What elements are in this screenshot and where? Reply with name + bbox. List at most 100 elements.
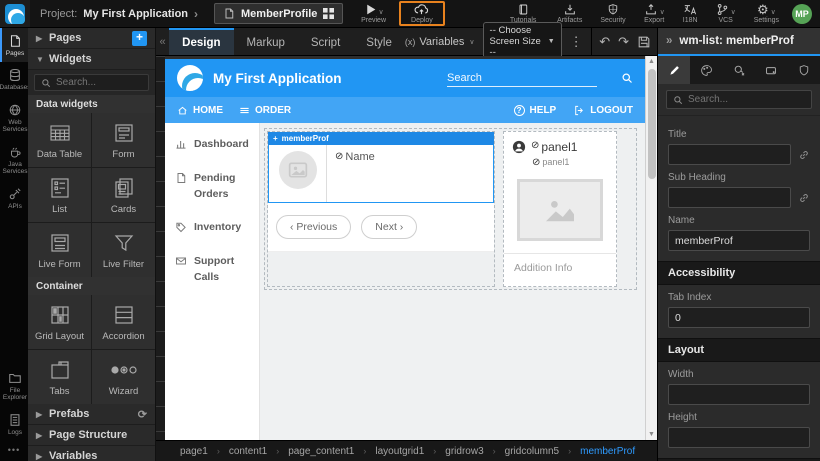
deploy-button[interactable]: Deploy <box>399 1 445 26</box>
accessibility-section-header[interactable]: Accessibility <box>658 261 820 285</box>
breadcrumb-gridrow3[interactable]: gridrow3 <box>445 446 483 457</box>
save-icon[interactable] <box>637 35 651 49</box>
layout-section-header[interactable]: Layout <box>658 338 820 362</box>
sidenav-item-inventory[interactable]: Inventory <box>175 220 249 236</box>
widget-tile-live-filter[interactable]: Live Filter <box>92 223 155 277</box>
tabindex-field-input[interactable] <box>668 307 810 328</box>
security-button[interactable]: Security <box>591 0 634 27</box>
image-placeholder[interactable] <box>517 179 603 241</box>
list-item-name-label[interactable]: Name <box>345 151 374 163</box>
page-tab-memberprofile[interactable]: MemberProfile <box>214 3 343 24</box>
add-page-button[interactable]: + <box>132 31 147 46</box>
variables-dropdown[interactable]: (x) Variables ∨ <box>405 36 475 48</box>
scroll-down-icon[interactable]: ▼ <box>648 429 655 440</box>
rail-item-apis[interactable]: APIs <box>0 181 28 215</box>
nav-item-order[interactable]: ORDER <box>239 105 291 116</box>
undo-icon[interactable]: ↶ <box>599 34 610 50</box>
rail-item-file-explorer[interactable]: File Explorer <box>0 365 28 407</box>
tab-properties[interactable] <box>658 56 690 84</box>
tab-script[interactable]: Script <box>298 28 353 55</box>
rail-item-databases[interactable]: Databases <box>0 62 28 96</box>
panel-footer-label[interactable]: Addition Info <box>512 254 608 282</box>
previous-button[interactable]: ‹ Previous <box>276 215 351 239</box>
more-options-icon[interactable]: ••• <box>0 441 28 461</box>
pages-section-header[interactable]: ▶ Pages + <box>28 28 155 49</box>
tab-events[interactable] <box>723 56 755 84</box>
scrollbar-thumb[interactable] <box>648 69 656 179</box>
widget-tile-accordion[interactable]: Accordion <box>92 295 155 349</box>
rail-item-web-services[interactable]: Web Services <box>0 97 28 139</box>
bind-link-icon[interactable] <box>798 192 810 204</box>
collapse-right-panel-button[interactable]: » <box>666 35 672 47</box>
list-widget-header[interactable]: + memberProf <box>268 132 494 145</box>
settings-button[interactable]: ⚙∨ Settings <box>745 0 788 27</box>
grid-icon[interactable] <box>323 8 334 19</box>
move-icon[interactable]: + <box>273 134 278 143</box>
rail-item-java-services[interactable]: Java Services <box>0 139 28 181</box>
height-field-input[interactable] <box>668 427 810 448</box>
widget-tile-list[interactable]: List <box>28 168 91 222</box>
breadcrumb-page-content1[interactable]: page_content1 <box>288 446 354 457</box>
rail-item-pages[interactable]: Pages <box>0 28 28 62</box>
i18n-button[interactable]: I18N <box>674 0 707 27</box>
widget-search-input[interactable] <box>56 77 142 88</box>
panel-widget-panel1[interactable]: ⊘panel1 ⊘panel1 Addition Info <box>503 131 617 287</box>
tab-style[interactable]: Style <box>353 28 405 55</box>
widgets-section-header[interactable]: ▼ Widgets <box>28 49 155 70</box>
tab-design[interactable]: Design <box>169 28 233 55</box>
refresh-icon[interactable]: ⟳ <box>138 408 147 421</box>
widget-tile-form[interactable]: Form <box>92 113 155 167</box>
canvas-scrollbar[interactable]: ▲ ▼ <box>645 56 657 440</box>
widget-tile-data-table[interactable]: Data Table <box>28 113 91 167</box>
breadcrumb-page1[interactable]: page1 <box>180 446 208 457</box>
sidenav-item-dashboard[interactable]: Dashboard <box>175 137 249 153</box>
redo-icon[interactable]: ↷ <box>618 34 629 50</box>
chevron-down-icon: ∨ <box>379 8 384 16</box>
breadcrumb-memberprof[interactable]: memberProf <box>580 446 635 457</box>
search-icon[interactable] <box>621 72 633 84</box>
property-search-input[interactable] <box>688 94 805 105</box>
nav-item-help[interactable]: ? HELP <box>514 105 557 116</box>
grid-column-container[interactable]: + memberProf ⊘ Name <box>264 128 637 290</box>
breadcrumb-gridcolumn5[interactable]: gridcolumn5 <box>505 446 559 457</box>
kebab-menu-icon[interactable]: ⋮ <box>570 34 583 50</box>
subheading-field-input[interactable] <box>668 187 791 208</box>
breadcrumb-layoutgrid1[interactable]: layoutgrid1 <box>375 446 424 457</box>
nav-item-home[interactable]: HOME <box>177 105 223 116</box>
page-structure-section-header[interactable]: ▶ Page Structure <box>28 425 155 446</box>
widget-tile-cards[interactable]: Cards <box>92 168 155 222</box>
tab-device[interactable] <box>755 56 787 84</box>
app-search-input[interactable] <box>447 70 597 87</box>
user-avatar[interactable]: MP <box>792 4 812 24</box>
widget-tile-tabs[interactable]: Tabs <box>28 350 91 404</box>
breadcrumb-content1[interactable]: content1 <box>229 446 267 457</box>
tab-markup[interactable]: Markup <box>234 28 298 55</box>
list-item-template[interactable]: ⊘ Name <box>268 145 494 203</box>
width-field-input[interactable] <box>668 384 810 405</box>
avatar-image-placeholder[interactable] <box>279 151 317 189</box>
panel-title[interactable]: panel1 <box>541 140 577 154</box>
widget-tile-grid-layout[interactable]: Grid Layout <box>28 295 91 349</box>
wavemaker-logo[interactable] <box>0 0 30 27</box>
name-field-input[interactable] <box>668 230 810 251</box>
preview-button[interactable]: ∨ Preview <box>352 0 395 27</box>
variables-section-header[interactable]: ▶ Variables <box>28 446 155 461</box>
tab-security[interactable] <box>788 56 820 84</box>
list-widget-memberprof[interactable]: + memberProf ⊘ Name <box>267 131 495 287</box>
nav-item-logout[interactable]: LOGOUT <box>574 105 633 116</box>
bind-link-icon[interactable] <box>798 149 810 161</box>
next-button[interactable]: Next › <box>361 215 417 239</box>
rail-item-logs[interactable]: Logs <box>0 407 28 441</box>
sidenav-item-support-calls[interactable]: Support Calls <box>175 254 249 286</box>
widget-tile-live-form[interactable]: Live Form <box>28 223 91 277</box>
scroll-up-icon[interactable]: ▲ <box>648 56 655 67</box>
collapse-left-panel-button[interactable]: « <box>156 28 169 55</box>
vcs-button[interactable]: ∨ VCS <box>707 0 745 27</box>
panel-subtitle[interactable]: panel1 <box>542 157 569 169</box>
sidenav-item-pending-orders[interactable]: Pending Orders <box>175 171 249 203</box>
widget-tile-wizard[interactable]: Wizard <box>92 350 155 404</box>
export-button[interactable]: ∨ Export <box>635 0 674 27</box>
tab-styles[interactable] <box>690 56 722 84</box>
prefabs-section-header[interactable]: ▶ Prefabs ⟳ <box>28 404 155 425</box>
title-field-input[interactable] <box>668 144 791 165</box>
